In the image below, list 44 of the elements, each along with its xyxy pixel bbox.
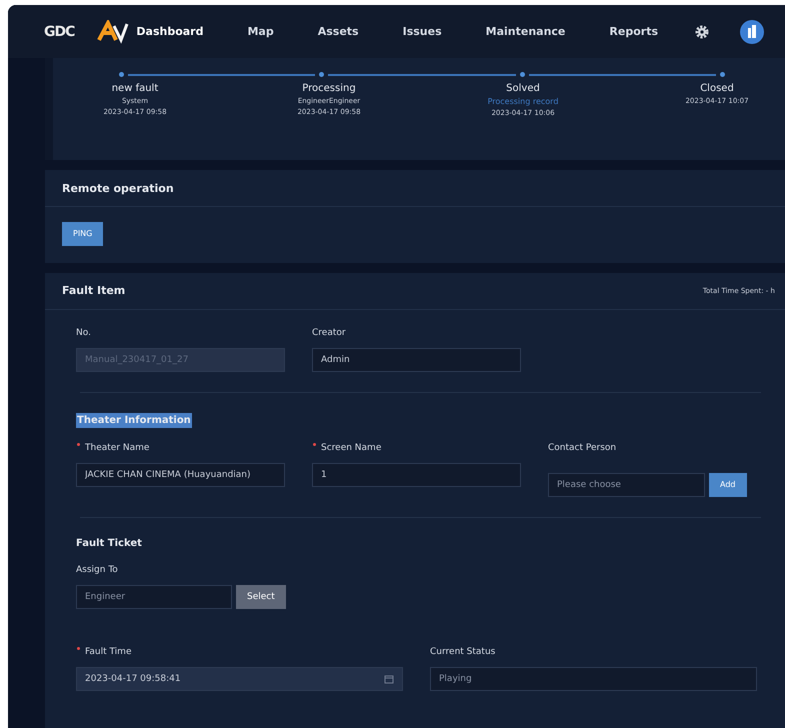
- section-heading: Theater Information: [76, 412, 192, 428]
- field-label: No.: [76, 328, 92, 338]
- step-dot: [720, 72, 725, 77]
- field-label: Theater Name: [76, 442, 285, 452]
- ping-button[interactable]: PING: [62, 222, 104, 246]
- nav-link[interactable]: Reports: [609, 25, 658, 38]
- field-label: Contact Person: [548, 442, 618, 452]
- field-label: Screen Name: [312, 442, 521, 452]
- step-dot: [119, 72, 124, 77]
- building-avatar-icon[interactable]: [740, 20, 764, 44]
- nav-link[interactable]: Dashboard: [136, 25, 204, 38]
- step-title: new fault: [112, 83, 158, 94]
- select-button[interactable]: Select: [236, 584, 286, 608]
- panel-title: Remote operation: [62, 182, 174, 194]
- field-label: Creator: [312, 328, 347, 338]
- section-heading: Fault Ticket: [76, 538, 143, 548]
- required-marker: [77, 442, 80, 446]
- field-label: Fault Time: [76, 646, 403, 656]
- nav-link[interactable]: Assets: [318, 25, 359, 38]
- panel-title: Fault Item: [62, 284, 126, 297]
- text-field[interactable]: Admin: [312, 348, 521, 372]
- nav-link[interactable]: Map: [247, 25, 274, 38]
- field-label: Current Status: [430, 646, 496, 656]
- field-label: Assign To: [76, 564, 119, 574]
- step-title: Processing: [302, 83, 356, 94]
- step-dot: [520, 72, 525, 77]
- step-title: Solved: [506, 83, 540, 94]
- text-field[interactable]: Playing: [430, 666, 757, 690]
- add-button[interactable]: Add: [709, 472, 746, 496]
- required-marker: [313, 442, 316, 446]
- nav-link[interactable]: Maintenance: [486, 25, 566, 38]
- text-field[interactable]: 1: [312, 462, 521, 486]
- date-field[interactable]: 2023-04-17 09:58:41: [76, 666, 403, 690]
- required-marker: [77, 646, 80, 650]
- step-dot: [319, 72, 324, 77]
- assign-to-field[interactable]: Engineer: [76, 584, 232, 608]
- settings-icon[interactable]: [694, 24, 710, 40]
- step-title: Closed: [700, 83, 734, 94]
- contact-person-field[interactable]: Please choose: [548, 472, 705, 496]
- logo-icon: [96, 20, 130, 44]
- nav-link[interactable]: Issues: [402, 25, 442, 38]
- brand-logo[interactable]: GDC: [44, 24, 74, 40]
- calendar-icon: [384, 674, 394, 684]
- processing-record-link[interactable]: Processing record: [488, 97, 558, 106]
